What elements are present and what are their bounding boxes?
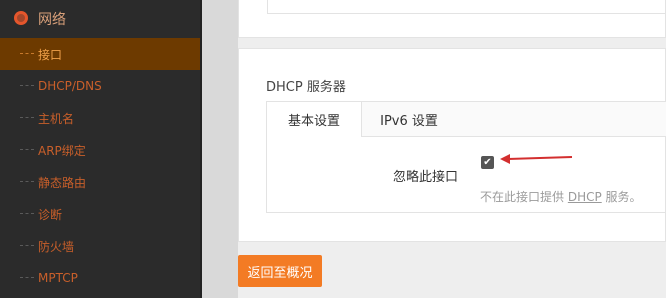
sidebar-item-static-routes[interactable]: 静态路由 <box>0 166 200 198</box>
sidebar-section-network[interactable]: 网络 <box>0 0 200 36</box>
tab-basic-settings[interactable]: 基本设置 <box>267 102 362 137</box>
help-text-suffix: 服务。 <box>601 190 642 204</box>
sidebar-section-title: 网络 <box>38 12 66 28</box>
previous-section-card <box>238 0 666 38</box>
previous-section-inner <box>267 0 666 14</box>
sidebar-item-hostnames[interactable]: 主机名 <box>0 102 200 134</box>
sidebar-item-arp-binding[interactable]: ARP绑定 <box>0 134 200 166</box>
sidebar-list: 接口 DHCP/DNS 主机名 ARP绑定 静态路由 诊断 防火墙 MPTCP <box>0 38 200 294</box>
ignore-interface-label: 忽略此接口 <box>393 170 459 185</box>
content-gutter <box>202 0 238 298</box>
globe-icon <box>14 11 28 25</box>
ignore-interface-help: 不在此接口提供 DHCP 服务。 <box>480 188 642 205</box>
annotation-arrow-icon <box>500 154 573 164</box>
dhcp-abbr-link[interactable]: DHCP <box>568 190 602 204</box>
dhcp-section-title: DHCP 服务器 <box>266 80 346 95</box>
main-content: DHCP 服务器 基本设置 IPv6 设置 忽略此接口 ✔ 不在此接口提供 DH… <box>202 0 666 298</box>
sidebar-item-mptcp[interactable]: MPTCP <box>0 262 200 294</box>
tab-ipv6-settings[interactable]: IPv6 设置 <box>361 102 457 137</box>
dhcp-tabs: 基本设置 IPv6 设置 <box>266 101 666 137</box>
back-to-overview-button[interactable]: 返回至概况 <box>238 255 322 287</box>
help-text-prefix: 不在此接口提供 <box>480 190 568 204</box>
tab-panel-basic: 忽略此接口 ✔ 不在此接口提供 DHCP 服务。 <box>266 136 666 213</box>
ignore-interface-checkbox[interactable]: ✔ <box>481 156 494 169</box>
sidebar-item-firewall[interactable]: 防火墙 <box>0 230 200 262</box>
sidebar-item-diagnostics[interactable]: 诊断 <box>0 198 200 230</box>
dhcp-server-card: DHCP 服务器 基本设置 IPv6 设置 忽略此接口 ✔ 不在此接口提供 DH… <box>238 48 666 242</box>
sidebar: 网络 接口 DHCP/DNS 主机名 ARP绑定 静态路由 诊断 防火墙 MPT… <box>0 0 200 298</box>
sidebar-item-dhcp-dns[interactable]: DHCP/DNS <box>0 70 200 102</box>
sidebar-item-interfaces[interactable]: 接口 <box>0 38 200 70</box>
checkmark-icon: ✔ <box>483 156 492 168</box>
